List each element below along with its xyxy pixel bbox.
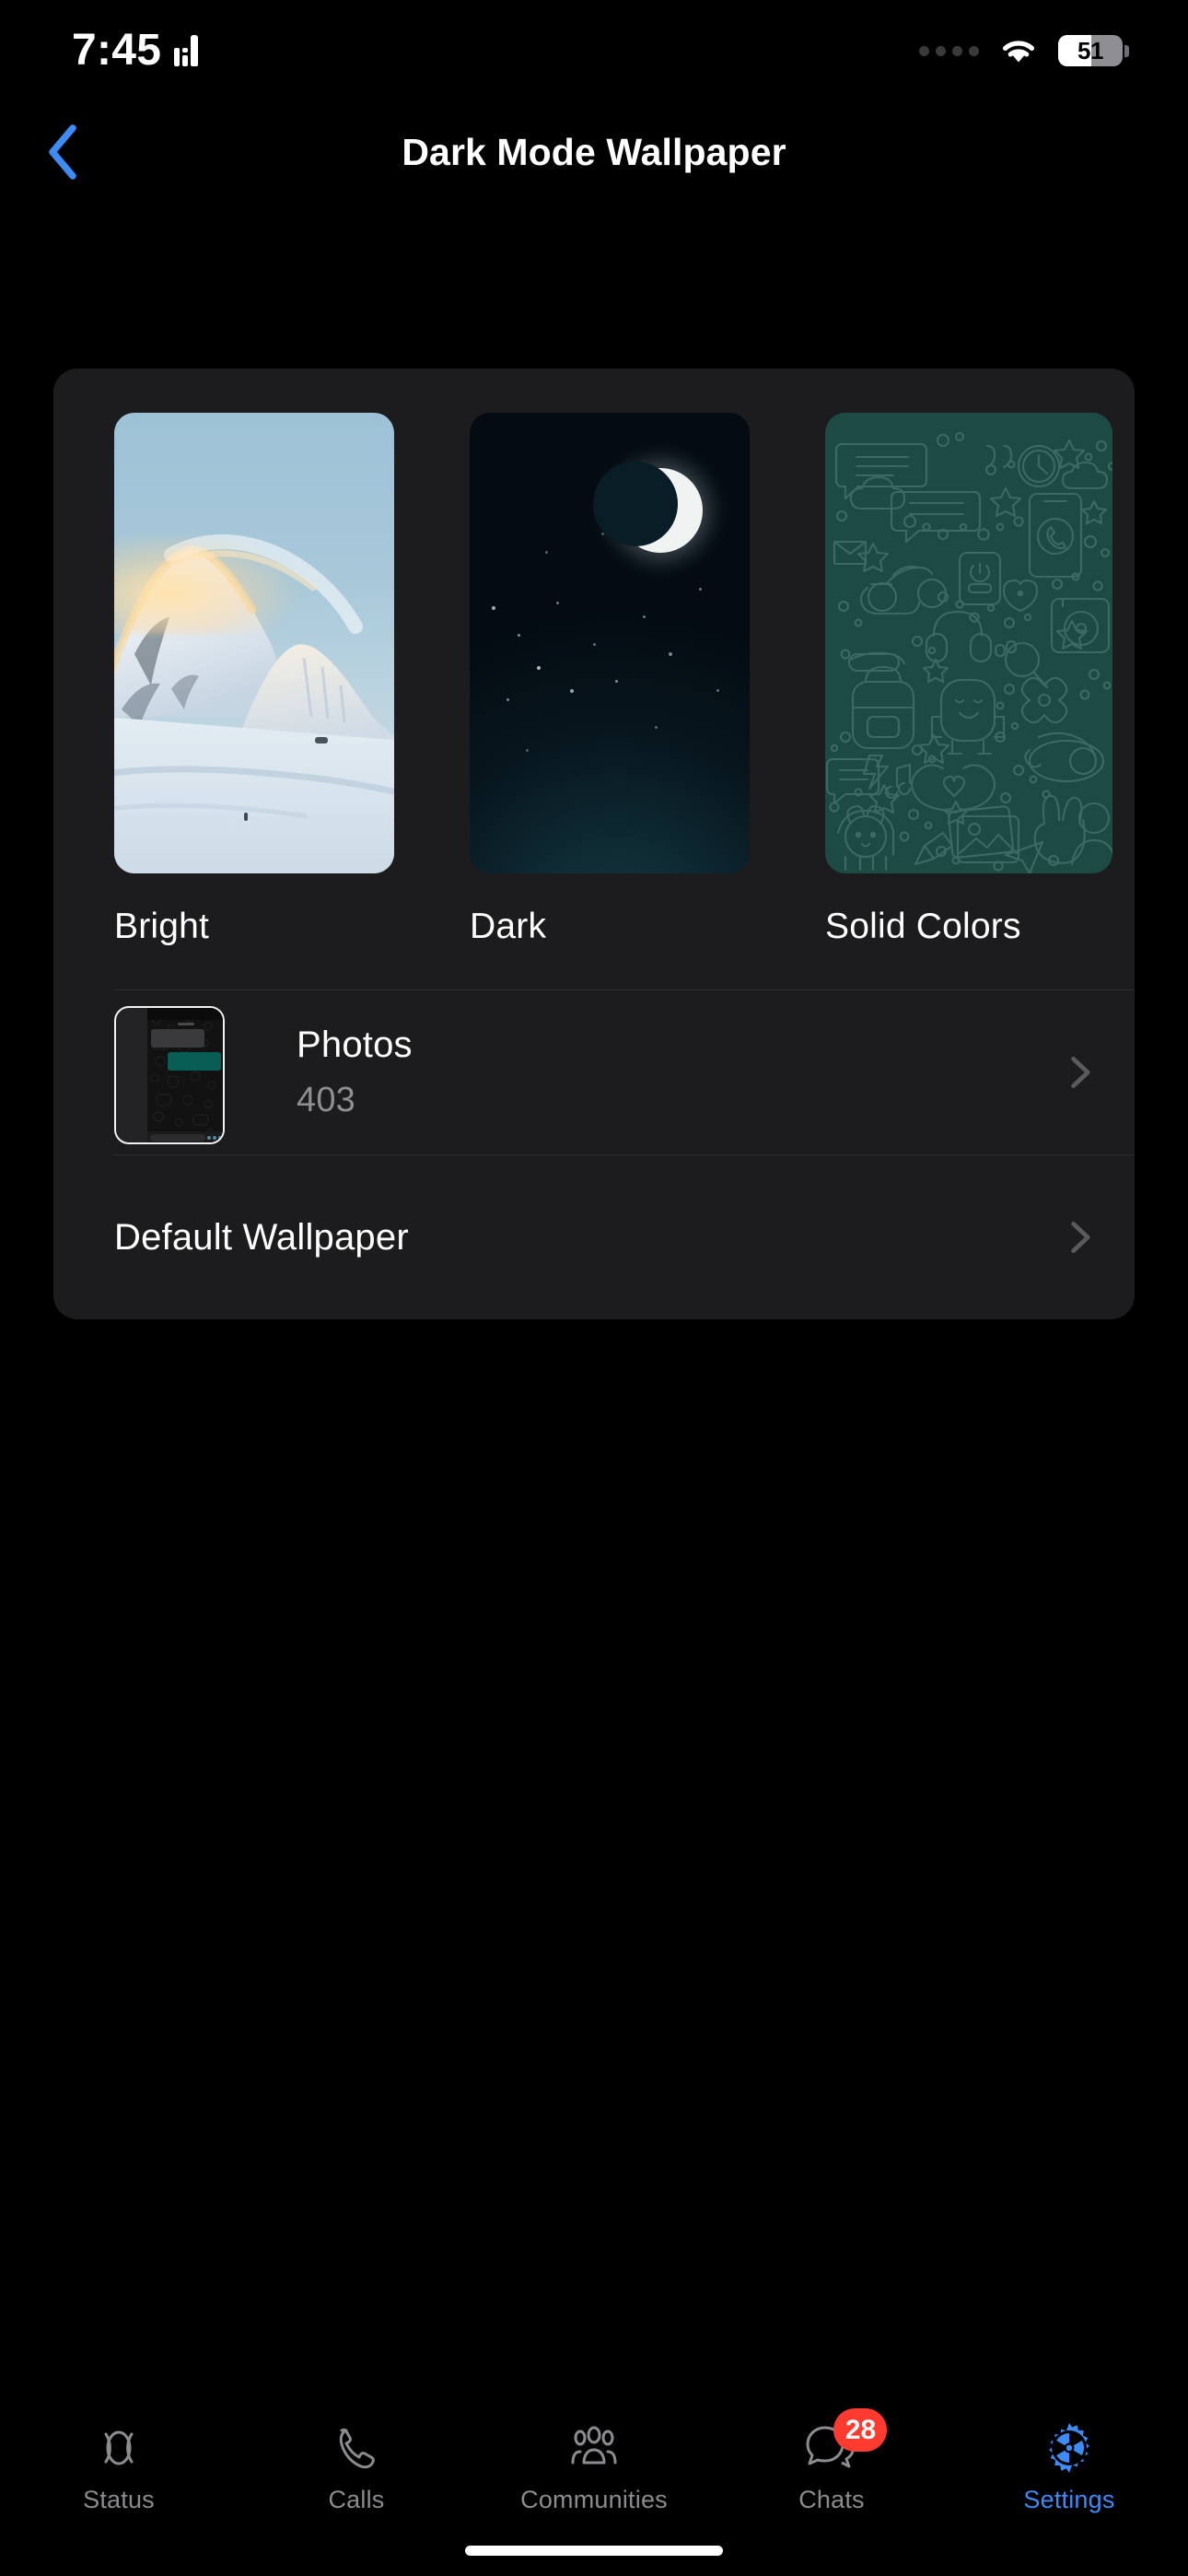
default-wallpaper-row[interactable]: Default Wallpaper xyxy=(53,1155,1135,1319)
location-bars-icon xyxy=(174,35,198,66)
chats-unread-badge: 28 xyxy=(833,2408,887,2452)
photos-row[interactable]: Photos 403 xyxy=(53,990,1135,1154)
back-button[interactable] xyxy=(28,117,98,187)
photos-row-count: 403 xyxy=(297,1081,1059,1120)
chevron-right-icon xyxy=(1059,1052,1100,1093)
tab-settings[interactable]: Settings xyxy=(950,2419,1188,2514)
wifi-icon xyxy=(999,37,1038,65)
chevron-left-icon xyxy=(46,123,79,181)
status-bar-left: 7:45 xyxy=(72,29,198,73)
dark-moon-wallpaper-thumbnail[interactable] xyxy=(470,413,750,873)
tab-label: Settings xyxy=(1023,2486,1114,2514)
navigation-bar: Dark Mode Wallpaper xyxy=(0,101,1188,203)
tab-label: Calls xyxy=(328,2486,384,2514)
wallpaper-option-bright[interactable]: Bright xyxy=(114,413,418,947)
tab-chats[interactable]: 28 Chats xyxy=(713,2419,950,2514)
tab-calls[interactable]: Calls xyxy=(238,2419,475,2514)
tab-label: Status xyxy=(83,2486,155,2514)
status-bar-clock: 7:45 xyxy=(72,29,161,73)
tab-label: Chats xyxy=(798,2486,865,2514)
page-title: Dark Mode Wallpaper xyxy=(402,131,786,174)
photos-phone-preview-thumbnail xyxy=(114,1001,225,1144)
crescent-moon-icon xyxy=(618,468,703,553)
cellular-signal-icon xyxy=(919,46,979,56)
chats-bubbles-icon: 28 xyxy=(803,2419,860,2476)
solid-colors-doodle-wallpaper-thumbnail[interactable] xyxy=(825,413,1112,873)
wallpaper-option-label: Bright xyxy=(114,907,418,947)
home-indicator xyxy=(465,2546,723,2556)
wallpaper-option-dark[interactable]: Dark xyxy=(470,413,774,947)
wallpaper-options-card: Bright xyxy=(53,369,1135,1319)
status-bar-right: 51 xyxy=(919,35,1129,66)
battery-percent-label: 51 xyxy=(1058,37,1123,65)
tab-label: Communities xyxy=(520,2486,668,2514)
battery-indicator: 51 xyxy=(1058,35,1129,66)
photos-row-title: Photos xyxy=(297,1025,1059,1066)
tab-communities[interactable]: Communities xyxy=(475,2419,713,2514)
status-rings-icon xyxy=(90,2419,147,2476)
wallpaper-option-label: Solid Colors xyxy=(825,907,1129,947)
communities-icon xyxy=(565,2419,623,2476)
wallpaper-settings-screen: 7:45 51 xyxy=(0,0,1188,2576)
wallpaper-option-solid-colors[interactable]: Solid Colors xyxy=(825,413,1129,947)
wallpaper-option-label: Dark xyxy=(470,907,774,947)
phone-icon xyxy=(328,2419,385,2476)
wallpaper-thumbnail-row: Bright xyxy=(53,369,1135,947)
default-wallpaper-row-title: Default Wallpaper xyxy=(114,1217,1059,1259)
chevron-right-icon xyxy=(1059,1217,1100,1258)
status-bar: 7:45 51 xyxy=(0,0,1188,101)
tab-status[interactable]: Status xyxy=(0,2419,238,2514)
bright-mountain-wallpaper-thumbnail[interactable] xyxy=(114,413,394,873)
gear-icon xyxy=(1041,2419,1098,2476)
